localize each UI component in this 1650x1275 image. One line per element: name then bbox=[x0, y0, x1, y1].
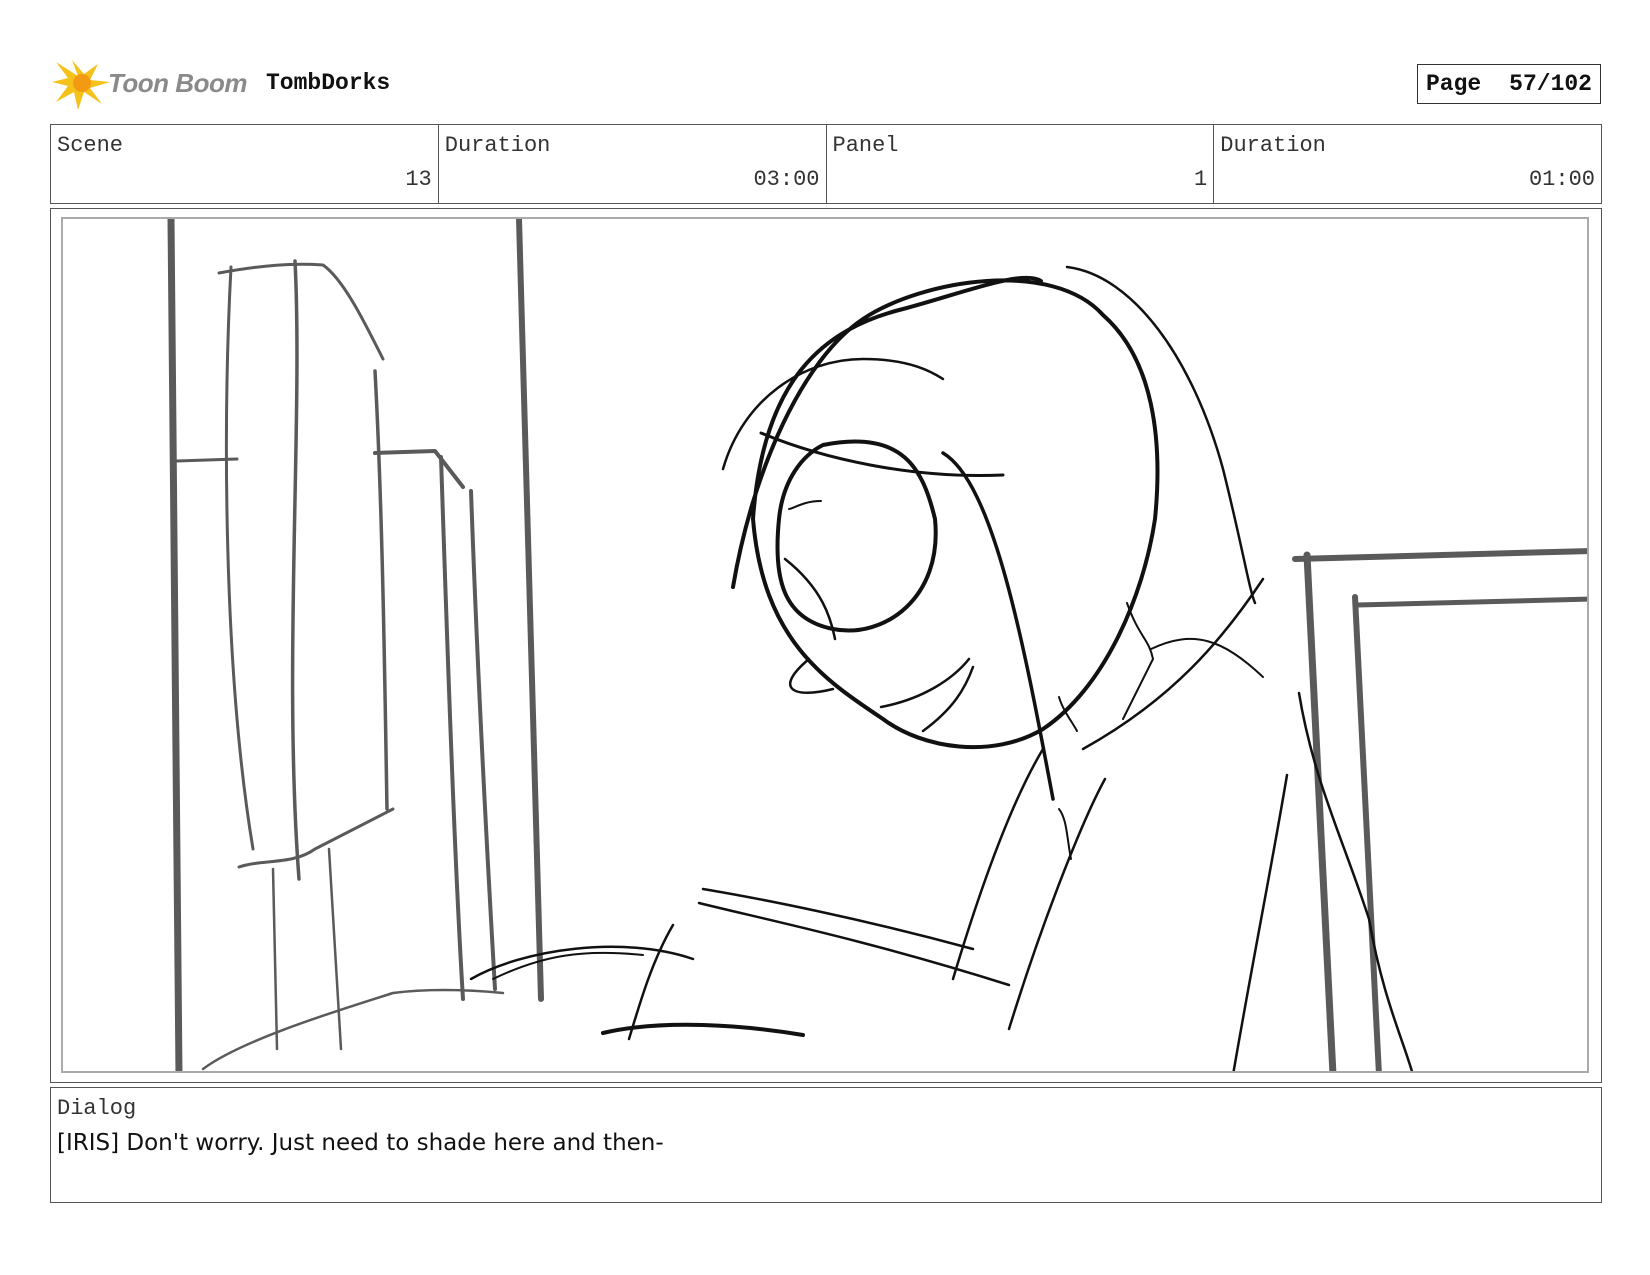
panel-duration-cell: Duration 01:00 bbox=[1214, 125, 1601, 203]
scene-duration-label: Duration bbox=[444, 133, 551, 158]
panel-info-row: Scene 13 Duration 03:00 Panel 1 Duration… bbox=[50, 124, 1602, 204]
panel-label: Panel bbox=[832, 133, 899, 158]
scene-cell: Scene 13 bbox=[51, 125, 439, 203]
sketch-drawing bbox=[167, 219, 1587, 1071]
dialog-text: [IRIS] Don't worry. Just need to shade h… bbox=[57, 1130, 664, 1156]
starburst-icon bbox=[52, 60, 110, 110]
scene-duration-cell: Duration 03:00 bbox=[439, 125, 827, 203]
page-value: 57/102 bbox=[1509, 71, 1592, 97]
page-label: Page bbox=[1426, 71, 1482, 97]
panel-duration-value: 01:00 bbox=[1528, 167, 1595, 192]
scene-duration-value: 03:00 bbox=[753, 167, 820, 192]
scene-value: 13 bbox=[405, 167, 432, 192]
panel-value: 1 bbox=[1194, 167, 1208, 192]
dialog-box: Dialog [IRIS] Don't worry. Just need to … bbox=[50, 1087, 1602, 1203]
page-indicator: Page 57/102 bbox=[1417, 64, 1601, 104]
storyboard-panel bbox=[50, 208, 1602, 1083]
panel-duration-label: Duration bbox=[1220, 133, 1326, 158]
project-title: TombDorks bbox=[266, 70, 391, 96]
dialog-label: Dialog bbox=[57, 1096, 137, 1121]
toon-boom-logo: Toon Boom bbox=[52, 56, 252, 112]
scene-label: Scene bbox=[57, 133, 124, 158]
brand-name: Toon Boom bbox=[108, 68, 247, 98]
panel-frame bbox=[61, 217, 1589, 1073]
panel-cell: Panel 1 bbox=[827, 125, 1215, 203]
